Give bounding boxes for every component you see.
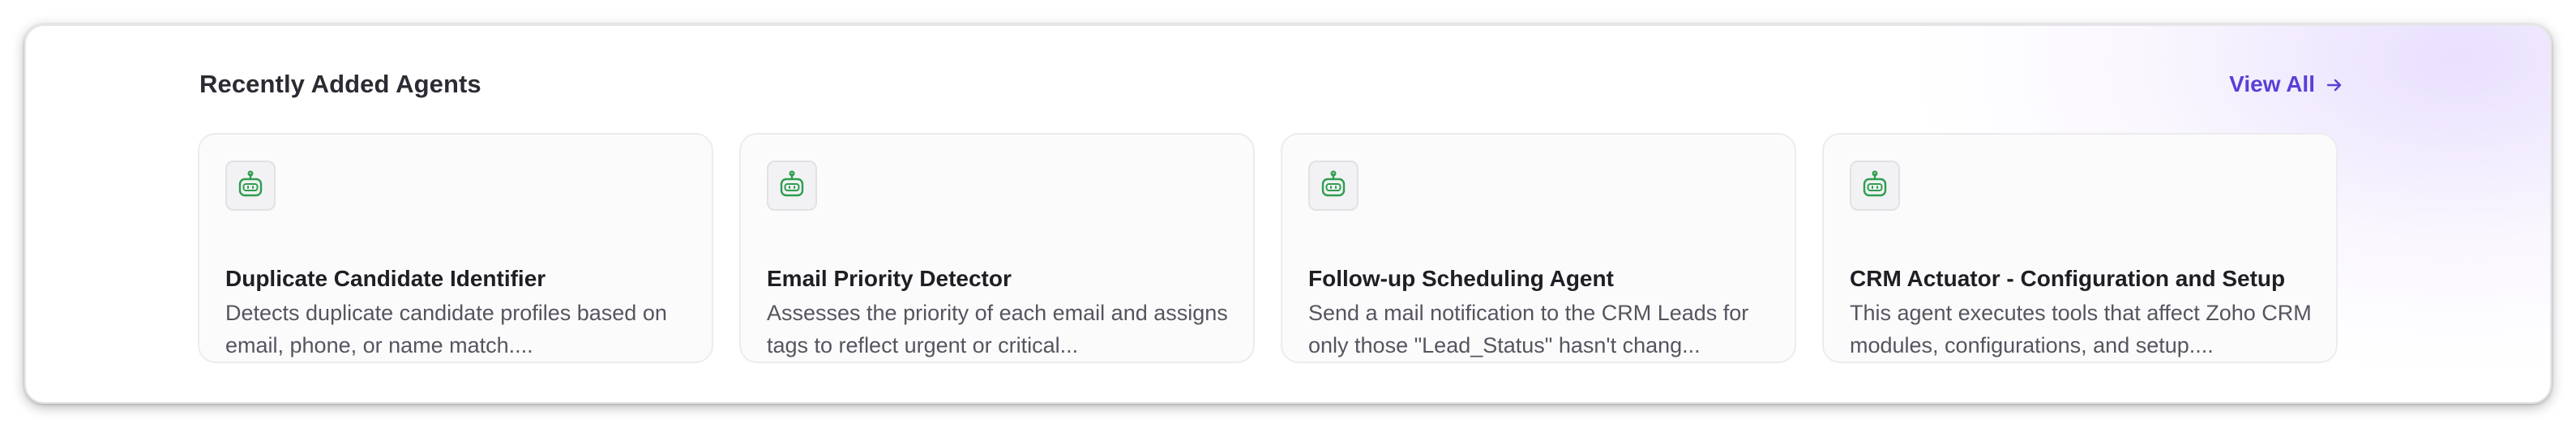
- agent-card[interactable]: CRM Actuator - Configuration and Setup T…: [1822, 133, 2338, 363]
- agent-card-list: Duplicate Candidate Identifier Detects d…: [198, 133, 2338, 363]
- agent-title: Email Priority Detector: [767, 266, 1012, 291]
- view-all-label: View All: [2229, 71, 2315, 96]
- robot-icon: [767, 160, 817, 211]
- agent-description: Send a mail notification to the CRM Lead…: [1308, 301, 1749, 357]
- section-header: Recently Added Agents View All: [199, 66, 2344, 102]
- recently-added-agents-panel: Recently Added Agents View All Duplicate…: [24, 24, 2552, 404]
- agent-card[interactable]: Email Priority Detector Assesses the pri…: [739, 133, 1255, 363]
- agent-card[interactable]: Duplicate Candidate Identifier Detects d…: [198, 133, 713, 363]
- robot-icon: [1308, 160, 1359, 211]
- agent-description: Detects duplicate candidate profiles bas…: [225, 301, 667, 357]
- agent-card[interactable]: Follow-up Scheduling Agent Send a mail n…: [1281, 133, 1796, 363]
- view-all-link[interactable]: View All: [2229, 66, 2344, 102]
- arrow-right-icon: [2325, 75, 2344, 94]
- agent-title: Follow-up Scheduling Agent: [1308, 266, 1614, 291]
- robot-icon: [1850, 160, 1900, 211]
- agent-description: Assesses the priority of each email and …: [767, 301, 1228, 357]
- agent-description: This agent executes tools that affect Zo…: [1850, 301, 2312, 357]
- section-title: Recently Added Agents: [199, 70, 481, 98]
- agent-title: CRM Actuator - Configuration and Setup: [1850, 266, 2286, 291]
- robot-icon: [225, 160, 276, 211]
- agent-title: Duplicate Candidate Identifier: [225, 266, 546, 291]
